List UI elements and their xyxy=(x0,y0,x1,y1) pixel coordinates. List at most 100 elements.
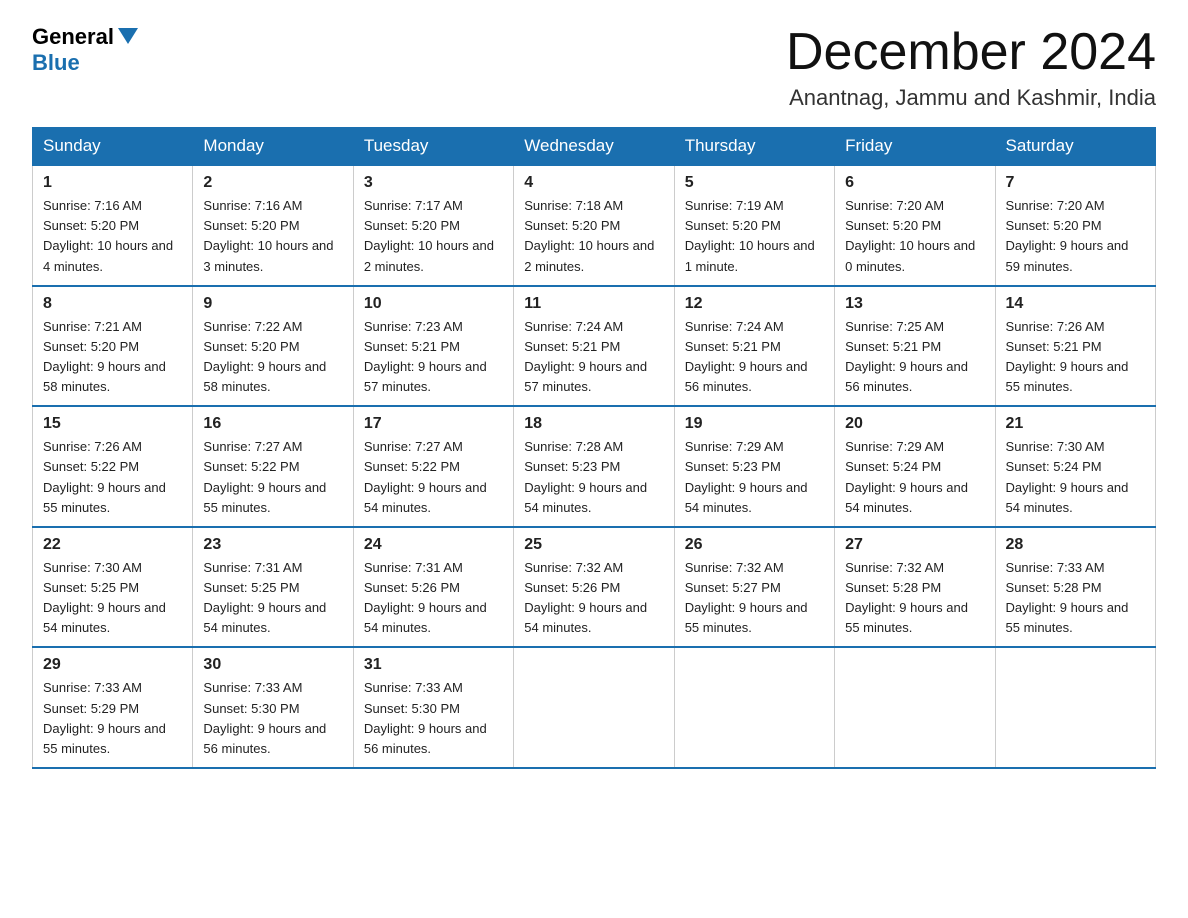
logo-arrow-icon xyxy=(118,28,138,44)
day-number: 29 xyxy=(43,656,182,674)
day-number: 4 xyxy=(524,174,663,192)
day-info: Sunrise: 7:28 AMSunset: 5:23 PMDaylight:… xyxy=(524,437,663,518)
calendar-week-3: 15 Sunrise: 7:26 AMSunset: 5:22 PMDayligh… xyxy=(33,406,1156,527)
day-info: Sunrise: 7:20 AMSunset: 5:20 PMDaylight:… xyxy=(845,196,984,277)
table-row: 28 Sunrise: 7:33 AMSunset: 5:28 PMDayligh… xyxy=(995,527,1155,648)
day-number: 13 xyxy=(845,295,984,313)
logo-general-text: General xyxy=(32,24,138,50)
day-number: 3 xyxy=(364,174,503,192)
table-row xyxy=(514,647,674,768)
day-number: 20 xyxy=(845,415,984,433)
table-row: 27Sunrise: 7:32 AMSunset: 5:28 PMDayligh… xyxy=(835,527,995,648)
day-info: Sunrise: 7:20 AMSunset: 5:20 PMDaylight:… xyxy=(1006,196,1145,277)
day-number: 17 xyxy=(364,415,503,433)
calendar-week-5: 29 Sunrise: 7:33 AMSunset: 5:29 PMDayligh… xyxy=(33,647,1156,768)
day-number: 16 xyxy=(203,415,342,433)
table-row: 21Sunrise: 7:30 AMSunset: 5:24 PMDayligh… xyxy=(995,406,1155,527)
table-row: 19 Sunrise: 7:29 AMSunset: 5:23 PMDayligh… xyxy=(674,406,834,527)
day-info: Sunrise: 7:31 AMSunset: 5:25 PMDaylight:… xyxy=(203,558,342,639)
table-row: 6 Sunrise: 7:20 AMSunset: 5:20 PMDaylight… xyxy=(835,165,995,286)
day-number: 5 xyxy=(685,174,824,192)
header-sunday: Sunday xyxy=(33,128,193,166)
table-row: 15 Sunrise: 7:26 AMSunset: 5:22 PMDayligh… xyxy=(33,406,193,527)
day-info: Sunrise: 7:24 AMSunset: 5:21 PMDaylight:… xyxy=(524,317,663,398)
calendar-week-2: 8 Sunrise: 7:21 AMSunset: 5:20 PMDaylight… xyxy=(33,286,1156,407)
day-info: Sunrise: 7:17 AMSunset: 5:20 PMDaylight:… xyxy=(364,196,503,277)
header-friday: Friday xyxy=(835,128,995,166)
logo-blue-text: Blue xyxy=(32,50,80,76)
header-monday: Monday xyxy=(193,128,353,166)
day-info: Sunrise: 7:26 AMSunset: 5:21 PMDaylight:… xyxy=(1006,317,1145,398)
day-info: Sunrise: 7:23 AMSunset: 5:21 PMDaylight:… xyxy=(364,317,503,398)
day-number: 22 xyxy=(43,536,182,554)
day-info: Sunrise: 7:16 AMSunset: 5:20 PMDaylight:… xyxy=(43,196,182,277)
day-info: Sunrise: 7:18 AMSunset: 5:20 PMDaylight:… xyxy=(524,196,663,277)
table-row: 11 Sunrise: 7:24 AMSunset: 5:21 PMDayligh… xyxy=(514,286,674,407)
table-row xyxy=(674,647,834,768)
table-row xyxy=(835,647,995,768)
header-wednesday: Wednesday xyxy=(514,128,674,166)
day-info: Sunrise: 7:32 AMSunset: 5:28 PMDaylight:… xyxy=(845,558,984,639)
day-number: 8 xyxy=(43,295,182,313)
day-info: Sunrise: 7:25 AMSunset: 5:21 PMDaylight:… xyxy=(845,317,984,398)
day-info: Sunrise: 7:33 AMSunset: 5:30 PMDaylight:… xyxy=(203,678,342,759)
day-info: Sunrise: 7:19 AMSunset: 5:20 PMDaylight:… xyxy=(685,196,824,277)
day-number: 15 xyxy=(43,415,182,433)
table-row: 25 Sunrise: 7:32 AMSunset: 5:26 PMDayligh… xyxy=(514,527,674,648)
day-number: 25 xyxy=(524,536,663,554)
day-info: Sunrise: 7:33 AMSunset: 5:29 PMDaylight:… xyxy=(43,678,182,759)
table-row: 1 Sunrise: 7:16 AMSunset: 5:20 PMDaylight… xyxy=(33,165,193,286)
day-number: 28 xyxy=(1006,536,1145,554)
day-number: 14 xyxy=(1006,295,1145,313)
table-row: 7 Sunrise: 7:20 AMSunset: 5:20 PMDaylight… xyxy=(995,165,1155,286)
table-row: 18Sunrise: 7:28 AMSunset: 5:23 PMDayligh… xyxy=(514,406,674,527)
calendar-week-1: 1 Sunrise: 7:16 AMSunset: 5:20 PMDaylight… xyxy=(33,165,1156,286)
table-row: 13 Sunrise: 7:25 AMSunset: 5:21 PMDayligh… xyxy=(835,286,995,407)
day-info: Sunrise: 7:27 AMSunset: 5:22 PMDaylight:… xyxy=(203,437,342,518)
day-number: 2 xyxy=(203,174,342,192)
day-number: 30 xyxy=(203,656,342,674)
day-info: Sunrise: 7:30 AMSunset: 5:25 PMDaylight:… xyxy=(43,558,182,639)
day-number: 31 xyxy=(364,656,503,674)
day-info: Sunrise: 7:21 AMSunset: 5:20 PMDaylight:… xyxy=(43,317,182,398)
table-row: 3 Sunrise: 7:17 AMSunset: 5:20 PMDaylight… xyxy=(353,165,513,286)
table-row xyxy=(995,647,1155,768)
calendar-week-4: 22 Sunrise: 7:30 AMSunset: 5:25 PMDayligh… xyxy=(33,527,1156,648)
table-row: 2 Sunrise: 7:16 AMSunset: 5:20 PMDaylight… xyxy=(193,165,353,286)
day-info: Sunrise: 7:33 AMSunset: 5:28 PMDaylight:… xyxy=(1006,558,1145,639)
day-number: 19 xyxy=(685,415,824,433)
day-info: Sunrise: 7:31 AMSunset: 5:26 PMDaylight:… xyxy=(364,558,503,639)
day-number: 10 xyxy=(364,295,503,313)
day-number: 24 xyxy=(364,536,503,554)
calendar-table: Sunday Monday Tuesday Wednesday Thursday… xyxy=(32,127,1156,769)
table-row: 14 Sunrise: 7:26 AMSunset: 5:21 PMDayligh… xyxy=(995,286,1155,407)
table-row: 29 Sunrise: 7:33 AMSunset: 5:29 PMDayligh… xyxy=(33,647,193,768)
table-row: 23 Sunrise: 7:31 AMSunset: 5:25 PMDayligh… xyxy=(193,527,353,648)
logo: General Blue xyxy=(32,24,138,76)
calendar-header-row: Sunday Monday Tuesday Wednesday Thursday… xyxy=(33,128,1156,166)
table-row: 8 Sunrise: 7:21 AMSunset: 5:20 PMDaylight… xyxy=(33,286,193,407)
table-row: 17 Sunrise: 7:27 AMSunset: 5:22 PMDayligh… xyxy=(353,406,513,527)
table-row: 20Sunrise: 7:29 AMSunset: 5:24 PMDayligh… xyxy=(835,406,995,527)
day-number: 7 xyxy=(1006,174,1145,192)
page-header: General Blue December 2024 Anantnag, Jam… xyxy=(32,24,1156,111)
day-info: Sunrise: 7:33 AMSunset: 5:30 PMDaylight:… xyxy=(364,678,503,759)
table-row: 16 Sunrise: 7:27 AMSunset: 5:22 PMDayligh… xyxy=(193,406,353,527)
day-number: 1 xyxy=(43,174,182,192)
table-row: 9Sunrise: 7:22 AMSunset: 5:20 PMDaylight… xyxy=(193,286,353,407)
day-info: Sunrise: 7:29 AMSunset: 5:23 PMDaylight:… xyxy=(685,437,824,518)
day-number: 23 xyxy=(203,536,342,554)
month-title: December 2024 xyxy=(786,24,1156,81)
day-info: Sunrise: 7:26 AMSunset: 5:22 PMDaylight:… xyxy=(43,437,182,518)
day-number: 9 xyxy=(203,295,342,313)
day-number: 26 xyxy=(685,536,824,554)
day-number: 6 xyxy=(845,174,984,192)
day-info: Sunrise: 7:32 AMSunset: 5:26 PMDaylight:… xyxy=(524,558,663,639)
table-row: 12Sunrise: 7:24 AMSunset: 5:21 PMDayligh… xyxy=(674,286,834,407)
day-info: Sunrise: 7:16 AMSunset: 5:20 PMDaylight:… xyxy=(203,196,342,277)
day-number: 11 xyxy=(524,295,663,313)
header-saturday: Saturday xyxy=(995,128,1155,166)
day-info: Sunrise: 7:27 AMSunset: 5:22 PMDaylight:… xyxy=(364,437,503,518)
table-row: 22 Sunrise: 7:30 AMSunset: 5:25 PMDayligh… xyxy=(33,527,193,648)
header-tuesday: Tuesday xyxy=(353,128,513,166)
